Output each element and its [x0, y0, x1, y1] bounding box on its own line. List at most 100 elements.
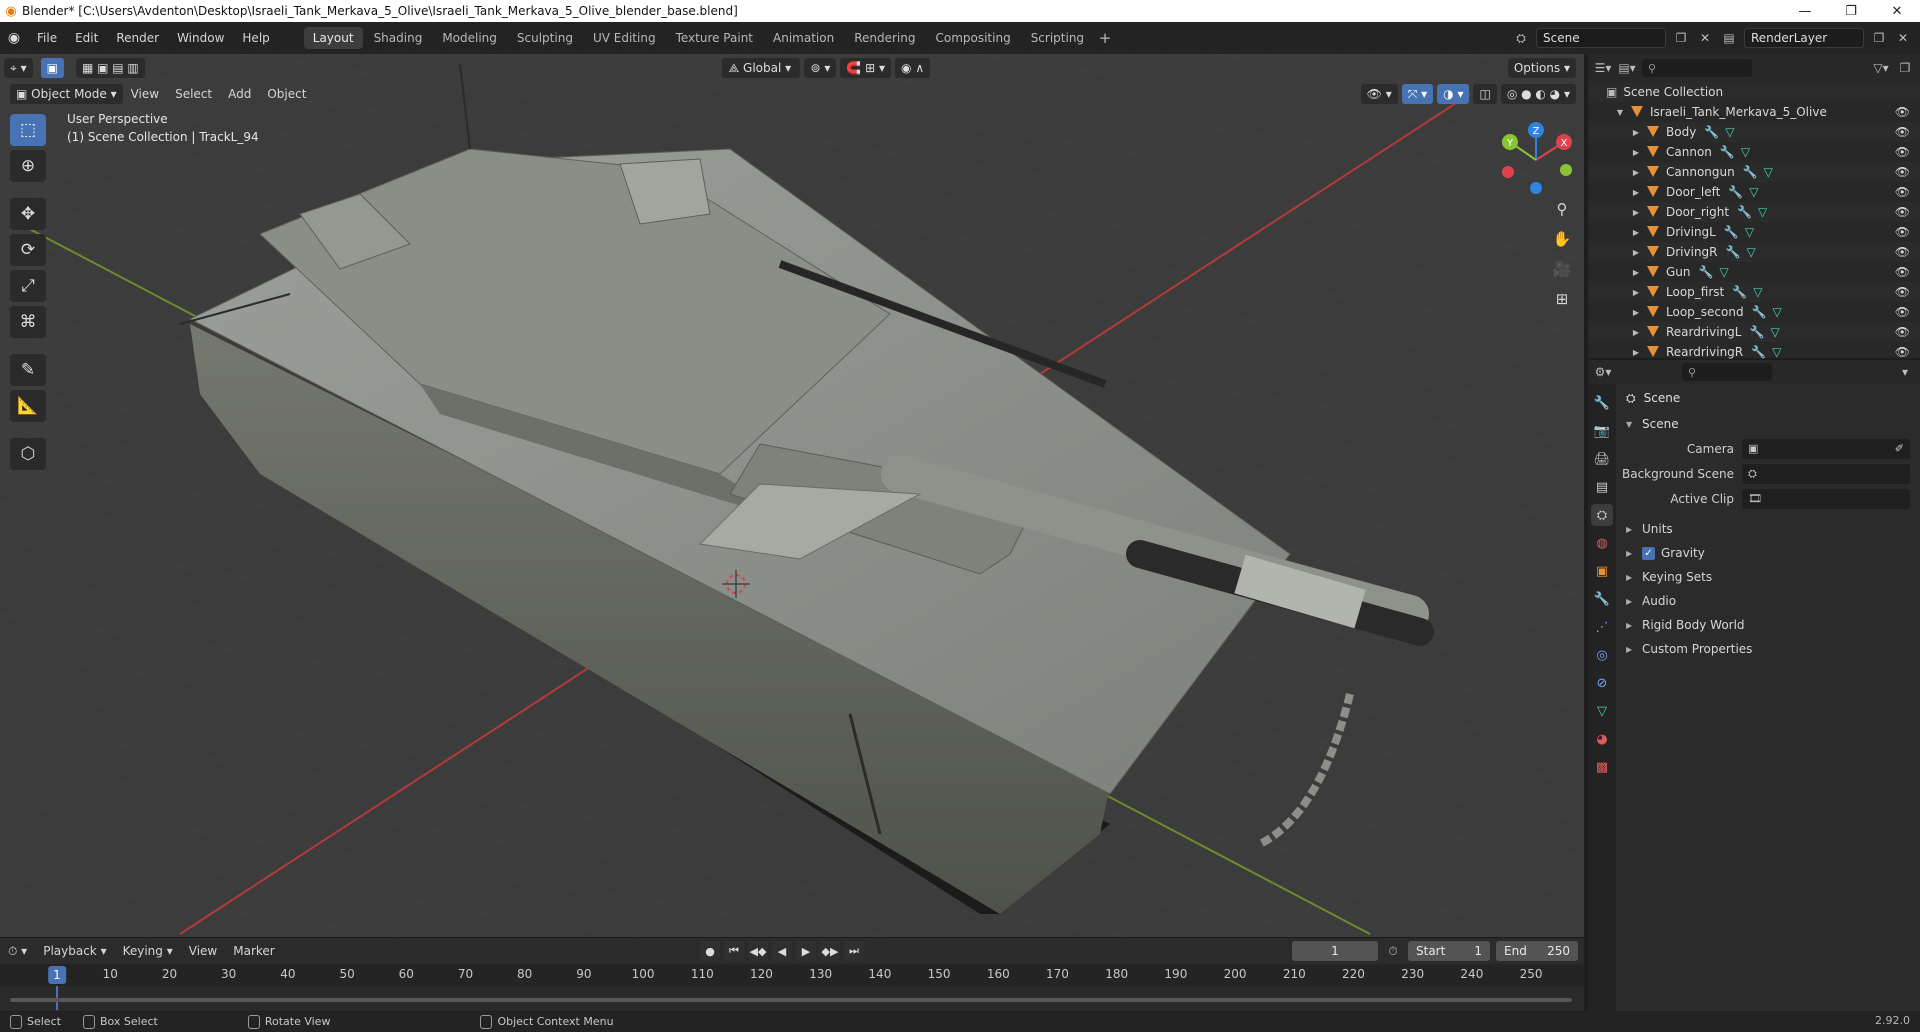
- playback-menu[interactable]: Playback ▾: [35, 941, 114, 961]
- maximize-button[interactable]: ❐: [1828, 0, 1874, 22]
- outliner-item-gun[interactable]: ▶ Gun 🔧 ▽ 👁: [1588, 262, 1920, 282]
- mesh-data-icon[interactable]: ▽: [1719, 265, 1728, 279]
- mesh-data-icon[interactable]: ▽: [1749, 185, 1758, 199]
- scene-icon[interactable]: ⛭: [1512, 31, 1530, 46]
- editor-type-button[interactable]: ⌖ ▾: [4, 58, 33, 78]
- gizmo-toggle[interactable]: ⤧ ▾: [1401, 84, 1434, 104]
- constraints-tab-icon[interactable]: ⊘: [1591, 672, 1613, 694]
- scale-tool-icon[interactable]: ⤢: [10, 270, 46, 302]
- move-tool-icon[interactable]: ✥: [10, 198, 46, 230]
- scene-tab-icon[interactable]: ⛭: [1591, 504, 1613, 526]
- outliner-item-loop-first[interactable]: ▶ Loop_first 🔧 ▽ 👁: [1588, 282, 1920, 302]
- keying-menu[interactable]: Keying ▾: [115, 941, 181, 961]
- timeline-scrollbar[interactable]: [10, 998, 1572, 1002]
- view-menu[interactable]: View: [123, 87, 167, 101]
- visibility-eye-icon[interactable]: 👁: [1895, 205, 1910, 219]
- view-layer-icon[interactable]: ▤: [1720, 31, 1738, 45]
- mesh-data-icon[interactable]: ▽: [1764, 165, 1773, 179]
- visibility-eye-icon[interactable]: 👁: [1895, 325, 1910, 339]
- keying-sets-panel[interactable]: ▶ Keying Sets: [1618, 565, 1920, 589]
- rotate-tool-icon[interactable]: ⟳: [10, 234, 46, 266]
- outliner-editor[interactable]: ☰▾ ▤▾ ⚲ ▽▾ ❐ ▣ Scene Collection ▼ Israel…: [1588, 54, 1920, 359]
- modifier-wrench-icon[interactable]: 🔧: [1720, 145, 1735, 159]
- record-icon[interactable]: ●: [700, 941, 720, 961]
- modifier-wrench-icon[interactable]: 🔧: [1737, 205, 1752, 219]
- options-dropdown[interactable]: Options ▾: [1507, 58, 1577, 78]
- outliner-item-door-right[interactable]: ▶ Door_right 🔧 ▽ 👁: [1588, 202, 1920, 222]
- outliner-search-input[interactable]: ⚲: [1642, 59, 1752, 77]
- modifier-wrench-icon[interactable]: 🔧: [1751, 345, 1766, 359]
- item-expand-icon[interactable]: ▶: [1630, 188, 1642, 197]
- menu-edit[interactable]: Edit: [66, 22, 107, 54]
- menu-window[interactable]: Window: [168, 22, 233, 54]
- tab-sculpting[interactable]: Sculpting: [508, 27, 582, 49]
- remove-view-layer-icon[interactable]: ✕: [1894, 31, 1912, 45]
- mesh-data-icon[interactable]: ▽: [1770, 325, 1779, 339]
- zoom-icon[interactable]: ⚲: [1548, 196, 1576, 222]
- measure-tool-icon[interactable]: 📐: [10, 390, 46, 422]
- select-menu[interactable]: Select: [167, 87, 220, 101]
- new-view-layer-icon[interactable]: ❐: [1870, 31, 1888, 45]
- tab-scripting[interactable]: Scripting: [1022, 27, 1093, 49]
- viewport-scene[interactable]: [0, 54, 1584, 937]
- visibility-eye-icon[interactable]: 👁: [1895, 265, 1910, 279]
- outliner-item-door-left[interactable]: ▶ Door_left 🔧 ▽ 👁: [1588, 182, 1920, 202]
- gizmo-neg-z-handle[interactable]: [1530, 182, 1542, 194]
- transform-tool-icon[interactable]: ⌘: [10, 306, 46, 338]
- tab-rendering[interactable]: Rendering: [845, 27, 924, 49]
- navigation-gizmo[interactable]: Z X Y: [1496, 120, 1576, 200]
- item-expand-icon[interactable]: ▶: [1630, 208, 1642, 217]
- mesh-data-icon[interactable]: ▽: [1746, 245, 1755, 259]
- collection-row[interactable]: ▼ Israeli_Tank_Merkava_5_Olive 👁: [1588, 102, 1920, 122]
- render-tab-icon[interactable]: 📷: [1591, 420, 1613, 442]
- visibility-eye-icon[interactable]: 👁: [1895, 345, 1910, 359]
- start-frame-field[interactable]: Start 1: [1408, 941, 1490, 961]
- world-tab-icon[interactable]: ◍: [1591, 532, 1613, 554]
- tab-layout[interactable]: Layout: [303, 27, 363, 49]
- marker-menu[interactable]: Marker: [225, 941, 282, 961]
- modifier-wrench-icon[interactable]: 🔧: [1726, 245, 1741, 259]
- new-scene-icon[interactable]: ❐: [1672, 31, 1690, 45]
- data-tab-icon[interactable]: ▽: [1591, 700, 1613, 722]
- view-layer-selector[interactable]: RenderLayer: [1744, 28, 1864, 48]
- material-tab-icon[interactable]: ◕: [1591, 728, 1613, 750]
- timeline-view-menu[interactable]: View: [181, 941, 225, 961]
- new-collection-icon[interactable]: ❐: [1896, 61, 1914, 75]
- prev-keyframe-icon[interactable]: ◀◆: [748, 941, 768, 961]
- visibility-eye-icon[interactable]: 👁: [1895, 245, 1910, 259]
- cursor-tool-icon[interactable]: ⊕: [10, 150, 46, 182]
- perspective-toggle-icon[interactable]: ⊞: [1548, 286, 1576, 312]
- gizmo-neg-y-handle[interactable]: [1560, 164, 1572, 176]
- add-menu[interactable]: Add: [220, 87, 259, 101]
- jump-start-icon[interactable]: ⏮: [724, 941, 744, 961]
- filter-icon[interactable]: ▽▾: [1872, 61, 1890, 75]
- menu-help[interactable]: Help: [233, 22, 278, 54]
- visibility-eye-icon[interactable]: 👁: [1895, 105, 1910, 119]
- xray-toggle[interactable]: ◫: [1473, 84, 1497, 104]
- next-keyframe-icon[interactable]: ◆▶: [820, 941, 840, 961]
- visibility-eye-icon[interactable]: 👁: [1895, 305, 1910, 319]
- item-expand-icon[interactable]: ▶: [1630, 288, 1642, 297]
- current-frame-marker[interactable]: 1: [48, 966, 66, 984]
- eyedropper-icon[interactable]: ✐: [1895, 442, 1910, 455]
- blender-menu-icon[interactable]: ◉: [0, 30, 28, 46]
- annotate-tool-icon[interactable]: ✎: [10, 354, 46, 386]
- custom-properties-panel[interactable]: ▶ Custom Properties: [1618, 637, 1920, 661]
- timeline-editor-type-icon[interactable]: ⏱ ▾: [0, 941, 35, 961]
- select-tool-toggle[interactable]: ▣: [40, 58, 64, 78]
- mesh-data-icon[interactable]: ▽: [1745, 225, 1754, 239]
- visibility-eye-icon[interactable]: 👁: [1895, 185, 1910, 199]
- visibility-dropdown[interactable]: 👁 ▾: [1360, 84, 1398, 104]
- end-frame-field[interactable]: End 250: [1496, 941, 1578, 961]
- object-tab-icon[interactable]: ▣: [1591, 560, 1613, 582]
- object-mode-dropdown[interactable]: ▣ Object Mode ▾: [10, 84, 123, 104]
- timeline-track[interactable]: [0, 986, 1584, 1010]
- properties-editor[interactable]: ⚙▾ ⚲ ▾ 🔧 📷 🖨 ▤ ⛭ ◍ ▣ 🔧 ⋰ ◎ ⊘ ▽ ◕ ▩ ⛭ Sce…: [1588, 360, 1920, 1011]
- select-box-tool-icon[interactable]: ⬚: [10, 114, 46, 146]
- camera-view-icon[interactable]: 🎥: [1548, 256, 1576, 282]
- add-workspace-button[interactable]: +: [1094, 29, 1116, 47]
- physics-tab-icon[interactable]: ◎: [1591, 644, 1613, 666]
- item-expand-icon[interactable]: ▶: [1630, 348, 1642, 357]
- tab-animation[interactable]: Animation: [764, 27, 843, 49]
- gravity-checkbox[interactable]: ✓: [1642, 546, 1655, 560]
